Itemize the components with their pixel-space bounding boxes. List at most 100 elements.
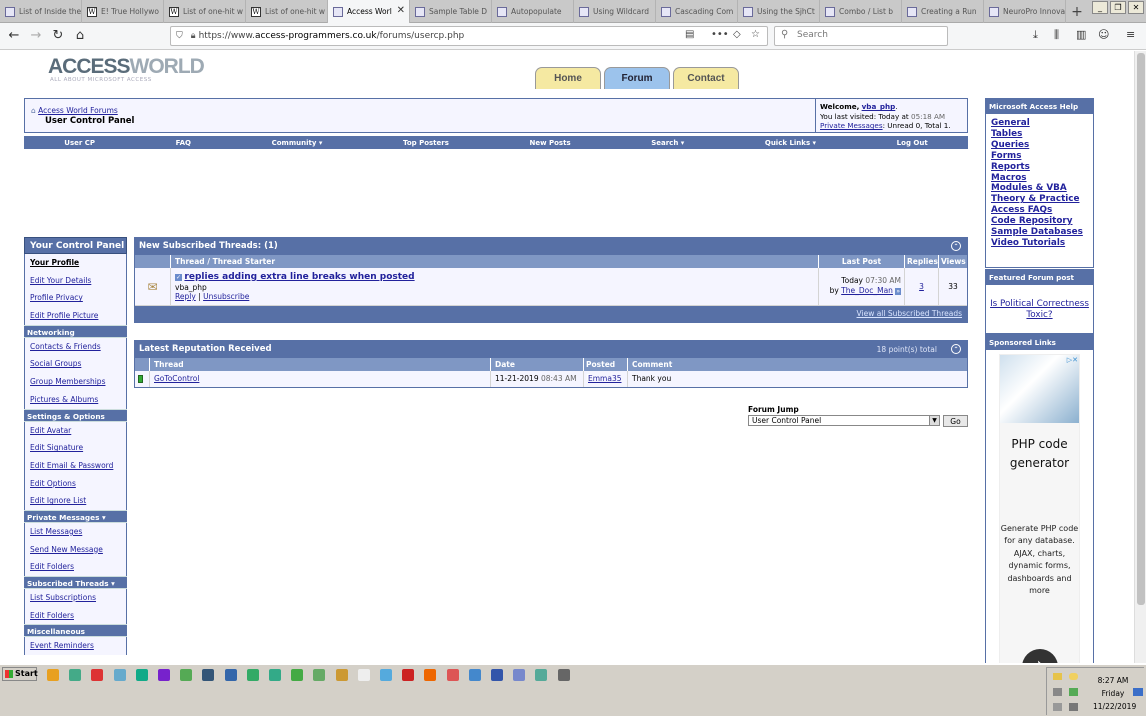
language-icon[interactable] [1133,688,1143,696]
control-panel-link[interactable]: Event Reminders [30,641,94,650]
skype-icon[interactable] [380,669,392,681]
private-messages-link[interactable]: Private Messages [820,121,883,130]
start-button[interactable]: Start [2,667,38,681]
browser-tab[interactable]: W List of one-hit w [246,0,328,23]
forum-jump-go-button[interactable]: Go [943,415,968,427]
app-icon[interactable] [446,669,459,681]
account-icon[interactable]: ☺ [1098,28,1109,41]
forum-nav-item[interactable]: User CP [64,139,95,147]
control-panel-link[interactable]: Edit Avatar [30,426,71,435]
browser-tab[interactable]: W List of one-hit w [164,0,246,23]
help-link[interactable]: Forms [991,151,1093,162]
home-icon[interactable]: ⌂ [70,26,90,46]
help-link[interactable]: Modules & VBA [991,183,1093,194]
control-panel-link[interactable]: Edit Ignore List [30,496,86,505]
replies-link[interactable]: 3 [919,282,924,291]
app-icon[interactable] [180,669,193,681]
folder-icon[interactable] [1053,673,1062,680]
url-bar[interactable]: ⛉ 🔒︎ https://www.access-programmers.co.u… [170,26,768,46]
control-panel-link[interactable]: Edit Email & Password [30,461,113,470]
volume-icon[interactable] [1053,703,1062,711]
app-icon[interactable] [202,669,215,681]
tab-home[interactable]: Home [535,67,601,89]
spotify-icon[interactable] [113,669,126,681]
app-icon[interactable] [313,669,326,681]
browser-tab[interactable]: Access Worl ✕ [328,0,410,23]
help-link[interactable]: Macros [991,173,1093,184]
help-link[interactable]: Tables [991,129,1093,140]
help-link[interactable]: Reports [991,162,1093,173]
reputation-user-link[interactable]: Emma35 [588,374,622,383]
control-panel-link[interactable]: Edit Options [30,479,76,488]
control-panel-link[interactable]: Send New Message [30,545,103,554]
featured-post-link[interactable]: Is Political Correctness Toxic? [990,299,1089,320]
reload-icon[interactable]: ↻ [48,26,68,46]
control-panel-link[interactable]: Contacts & Friends [30,342,101,351]
go-to-last-post-icon[interactable]: » [895,288,901,295]
app-icon[interactable] [513,669,526,681]
control-panel-link[interactable]: List Subscriptions [30,593,96,602]
browser-tab[interactable]: List of Inside the Act [0,0,82,23]
control-panel-link[interactable]: Edit Folders [30,611,74,620]
chrome-icon[interactable] [69,669,82,681]
browser-tab[interactable]: Sample Table D [410,0,492,23]
site-logo[interactable]: ACCESSWORLD [48,56,205,77]
page-actions-icon[interactable]: ••• [711,29,729,40]
forum-nav-item[interactable]: Top Posters [403,139,449,147]
vlc-icon[interactable] [424,669,437,681]
forum-nav-item[interactable]: FAQ [176,139,191,147]
notification-icon[interactable] [1069,673,1078,680]
forum-nav-item[interactable]: Search ▾ [651,139,684,147]
help-link[interactable]: Code Repository [991,216,1093,227]
advertisement[interactable]: ▷✕ PHP code generator Generate PHP code … [999,354,1080,663]
app-icon[interactable] [246,669,259,681]
app-icon[interactable] [468,669,481,681]
unsubscribe-link[interactable]: Unsubscribe [203,292,249,301]
collapse-icon[interactable]: ⌃ [951,344,961,354]
control-panel-section-header[interactable]: Miscellaneous [24,624,127,638]
close-window-button[interactable]: ✕ [1128,1,1144,14]
browser-tab[interactable]: Autopopulate [492,0,574,23]
close-tab-icon[interactable]: ✕ [397,5,405,16]
app-icon[interactable] [535,669,548,681]
clock[interactable]: 8:27 AM Friday 11/22/2019 [1093,674,1136,713]
forum-nav-item[interactable]: Quick Links ▾ [765,139,816,147]
control-panel-section-header[interactable]: Private Messages ▾ [24,509,127,523]
control-panel-link[interactable]: Edit Your Details [30,276,91,285]
pocket-icon[interactable]: ◇ [733,29,741,40]
browser-tab[interactable]: W E! True Hollywo [82,0,164,23]
control-panel-section-header[interactable]: Networking [24,324,127,338]
control-panel-section-header[interactable]: Settings & Options [24,408,127,422]
control-panel-link[interactable]: Edit Signature [30,443,83,452]
security-icon[interactable] [1069,688,1078,696]
app-icon[interactable] [291,669,304,681]
browser-tab[interactable]: Cascading Com [656,0,738,23]
chevron-down-icon[interactable]: ▼ [929,416,939,425]
minimize-button[interactable]: _ [1092,1,1108,14]
breadcrumb-root-link[interactable]: Access World Forums [38,106,118,115]
help-link[interactable]: Access FAQs [991,205,1093,216]
firefox-icon[interactable] [47,669,59,681]
control-panel-link[interactable]: Group Memberships [30,377,105,386]
reply-link[interactable]: Reply [175,292,196,301]
page-scrollbar[interactable] [1134,51,1146,663]
ie-icon[interactable] [91,669,104,681]
adchoices-icon[interactable]: ▷✕ [1067,356,1078,364]
browser-tab[interactable]: Combo / List b [820,0,902,23]
library-icon[interactable]: ⫼ [1054,28,1059,42]
forum-nav-item[interactable]: New Posts [529,139,570,147]
control-panel-link[interactable]: Social Groups [30,359,81,368]
shield-icon[interactable]: ⛉ [176,31,183,41]
network-icon[interactable] [1053,688,1062,696]
browser-tab[interactable]: NeuroPro Innovat [984,0,1066,23]
tab-forum[interactable]: Forum [604,67,670,89]
help-link[interactable]: Sample Databases [991,227,1093,238]
device-icon[interactable] [1069,703,1078,711]
control-panel-link[interactable]: Edit Folders [30,562,74,571]
browser-tab[interactable]: Using Wildcard [574,0,656,23]
browser-tab[interactable]: Using the SjhCt [738,0,820,23]
tab-contact[interactable]: Contact [673,67,739,89]
username-link[interactable]: vba_php [862,102,896,111]
control-panel-section-header[interactable]: Subscribed Threads ▾ [24,576,127,589]
thread-title-link[interactable]: replies adding extra line breaks when po… [184,272,414,282]
